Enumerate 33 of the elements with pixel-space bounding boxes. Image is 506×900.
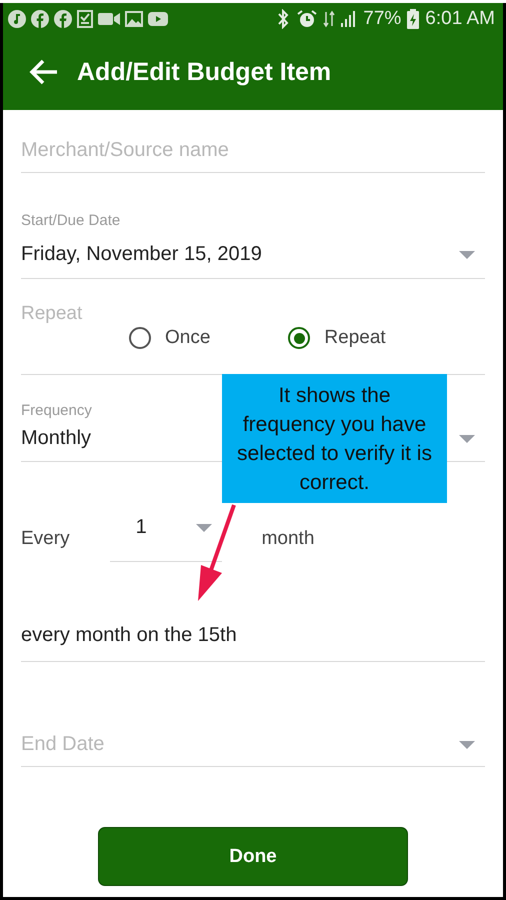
interval-value[interactable]: 1 [136,516,147,539]
merchant-input-field[interactable]: Merchant/Source name [21,139,485,172]
battery-percentage: 77% [363,8,402,30]
frequency-value[interactable]: Monthly [21,427,92,450]
video-camera-icon [98,12,120,26]
callout-note: It shows the frequency you have selected to verify it is correct. [222,374,447,503]
date-value[interactable]: Friday, November 15, 2019 [21,243,262,266]
back-arrow-icon[interactable] [29,59,59,85]
checklist-icon [77,10,93,28]
field-label: Repeat [21,303,84,325]
music-note-icon [8,10,26,28]
field-label: Frequency [21,402,93,419]
radio-option[interactable]: Once [129,327,210,349]
dropdown-caret-icon [459,740,475,748]
unit-label: month [262,528,314,550]
radio-option[interactable]: Repeat [288,327,386,349]
dropdown-caret-icon [196,524,212,532]
signal-icon [341,10,358,26]
dropdown-caret-icon [459,434,475,442]
play-icon [148,12,168,26]
data-arrows-icon [323,10,336,28]
alarm-clock-icon [297,8,318,28]
battery-charging-icon [407,8,420,28]
facebook-icon [54,10,72,28]
facebook-icon [31,10,49,28]
clock-time: 6:01 AM [425,8,495,30]
every-label: Every [21,528,70,550]
done-button[interactable]: Done [98,827,408,886]
screen-title: Add/Edit Budget Item [77,58,332,86]
dropdown-caret-icon [459,250,475,258]
recurrence-summary: every month on the 15th [21,624,238,647]
field-label: Start/Due Date [21,212,122,229]
image-icon [125,10,143,26]
